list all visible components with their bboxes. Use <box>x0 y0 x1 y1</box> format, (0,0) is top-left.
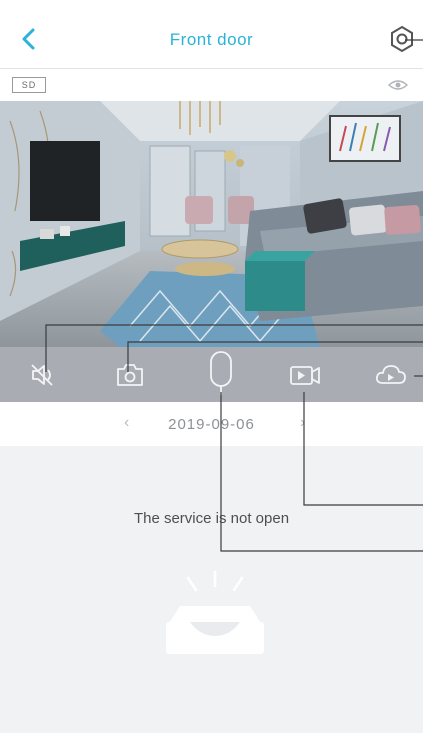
record-button[interactable] <box>285 355 325 395</box>
playback-date[interactable]: 2019-09-06 <box>0 416 423 433</box>
record-video-icon <box>290 366 320 385</box>
next-day-button[interactable]: › <box>300 414 305 432</box>
cloud-playback-panel: The service is not open <box>0 446 423 733</box>
playback-date-selector: ‹ 2019-09-06 › <box>0 402 423 446</box>
eye-icon[interactable] <box>387 78 409 92</box>
talk-button[interactable] <box>200 349 242 399</box>
live-video-feed[interactable] <box>0 101 423 347</box>
snapshot-button[interactable] <box>110 355 150 395</box>
settings-button[interactable] <box>387 24 417 54</box>
page-title: Front door <box>169 30 254 49</box>
living-room-video-frame <box>0 101 423 347</box>
microphone-icon <box>210 351 232 395</box>
video-control-bar <box>0 347 423 402</box>
top-navigation-bar: Front door <box>0 0 423 69</box>
snapshot-icon <box>117 364 143 386</box>
service-status-message: The service is not open <box>133 510 290 527</box>
cloud-storage-button[interactable] <box>372 355 412 395</box>
camera-live-view-screen: Front door SD ‹ 2019-09-06 › The service… <box>0 0 423 733</box>
sd-card-badge: SD <box>12 77 46 93</box>
status-strip: SD <box>0 69 423 101</box>
empty-tray-icon <box>166 570 264 654</box>
mute-button[interactable] <box>24 355 64 395</box>
speaker-muted-icon <box>31 364 53 386</box>
gear-icon <box>391 25 413 53</box>
cloud-icon <box>375 365 406 384</box>
